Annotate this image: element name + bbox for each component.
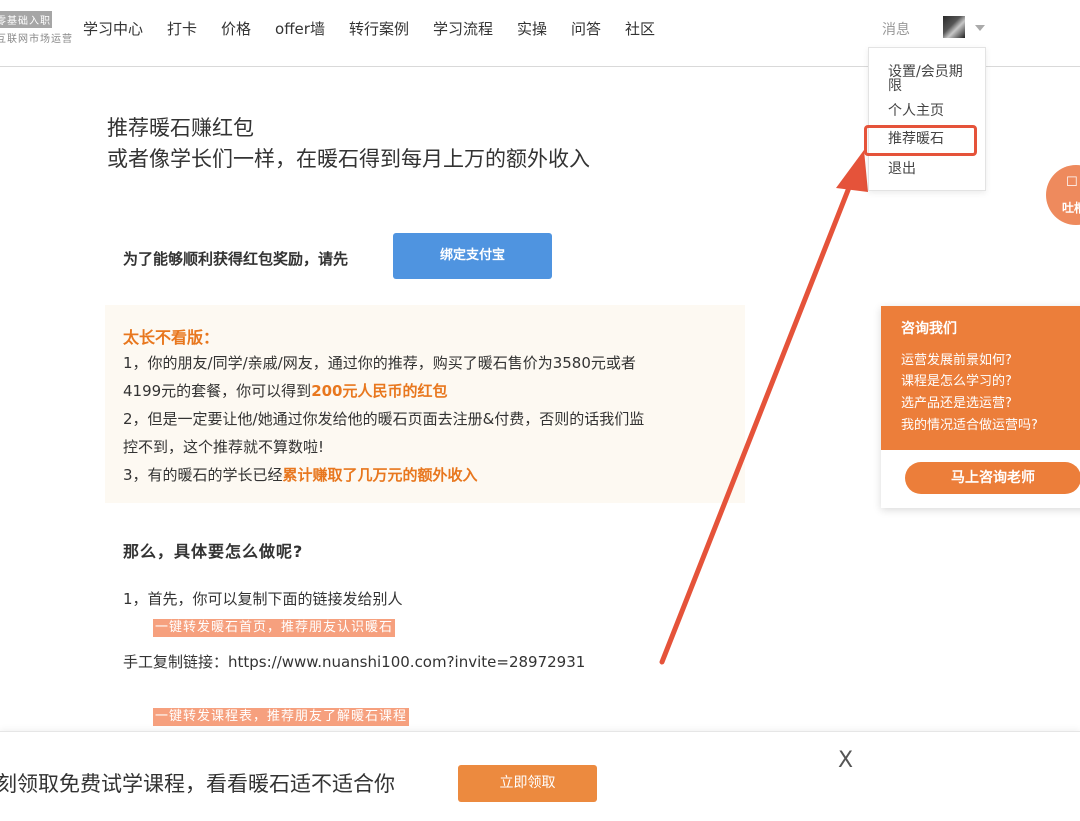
consult-teacher-button[interactable]: 马上咨询老师: [905, 462, 1080, 494]
arrow-head: [836, 150, 868, 192]
logo-bottom-text: 互联网市场运营: [0, 34, 73, 45]
tldr-line: 3，有的暖石的学长已经累计赚取了几万元的额外收入: [123, 464, 478, 485]
page-subtitle: 或者像学长们一样，在暖石得到每月上万的额外收入: [107, 147, 590, 171]
nav-practice[interactable]: 实操: [517, 18, 547, 39]
tldr-text: 3，有的暖石的学长已经: [123, 466, 283, 484]
menu-item-recommend[interactable]: 推荐暖石: [888, 132, 944, 146]
bind-alipay-button[interactable]: 绑定支付宝: [393, 233, 552, 279]
logo[interactable]: 零基础入职 互联网市场运营: [0, 11, 73, 47]
nav-learning-process[interactable]: 学习流程: [433, 18, 493, 39]
tldr-line: 2，但是一定要让他/她通过你发给他的暖石页面去注册&付费，否则的话我们监: [123, 410, 645, 428]
share-courses-link[interactable]: 一键转发课程表，推荐朋友了解暖石课程: [153, 708, 410, 726]
nav-offer-wall[interactable]: offer墙: [275, 18, 325, 39]
logo-top-text: 零基础入职: [0, 11, 52, 28]
tldr-line: 控不到，这个推荐就不算数啦!: [123, 438, 325, 456]
consult-question[interactable]: 我的情况适合做运营吗?: [901, 414, 1038, 433]
consult-header: 咨询我们 运营发展前景如何? 课程是怎么学习的? 选产品还是选运营? 我的情况适…: [881, 306, 1080, 450]
tldr-line: 1，你的朋友/同学/亲戚/网友，通过你的推荐，购买了暖石售价为3580元或者: [123, 354, 636, 372]
how-to-heading: 那么，具体要怎么做呢?: [123, 542, 304, 561]
manual-copy-link[interactable]: 手工复制链接：https://www.nuanshi100.com?invite…: [123, 651, 585, 672]
consult-question[interactable]: 运营发展前景如何?: [901, 349, 1012, 368]
nav-price[interactable]: 价格: [221, 18, 251, 39]
main-nav: 学习中心 打卡 价格 offer墙 转行案例 学习流程 实操 问答 社区: [83, 18, 679, 39]
page-title: 推荐暖石赚红包: [107, 116, 254, 140]
menu-item-settings[interactable]: 设置/会员期限: [888, 65, 968, 93]
chat-icon: ☐: [1066, 175, 1078, 190]
user-avatar-icon[interactable]: [943, 16, 965, 38]
tldr-title: 太长不看版：: [123, 328, 220, 347]
feedback-bubble[interactable]: ☐ 吐槽: [1046, 165, 1080, 225]
promo-text: 刻领取免费试学课程，看看暖石适不适合你: [0, 772, 395, 796]
caret-down-icon[interactable]: [975, 25, 985, 31]
nav-community[interactable]: 社区: [625, 18, 655, 39]
nav-career-cases[interactable]: 转行案例: [349, 18, 409, 39]
menu-item-profile[interactable]: 个人主页: [888, 104, 944, 118]
menu-item-logout[interactable]: 退出: [888, 162, 916, 176]
claim-now-button[interactable]: 立即领取: [458, 765, 597, 802]
tldr-box: 太长不看版： 1，你的朋友/同学/亲戚/网友，通过你的推荐，购买了暖石售价为35…: [105, 305, 745, 503]
tldr-line: 4199元的套餐，你可以得到200元人民币的红包: [123, 380, 448, 401]
consult-panel: 咨询我们 运营发展前景如何? 课程是怎么学习的? 选产品还是选运营? 我的情况适…: [881, 306, 1080, 508]
consult-question[interactable]: 选产品还是选运营?: [901, 392, 1012, 411]
close-icon[interactable]: X: [838, 748, 853, 773]
nav-checkin[interactable]: 打卡: [167, 18, 197, 39]
share-homepage-link[interactable]: 一键转发暖石首页，推荐朋友认识暖石: [153, 619, 396, 637]
step-1-text: 1，首先，你可以复制下面的链接发给别人: [123, 590, 403, 608]
bottom-promo-bar: 刻领取免费试学课程，看看暖石适不适合你 立即领取 X: [0, 731, 1080, 821]
consult-question[interactable]: 课程是怎么学习的?: [901, 370, 1012, 389]
tldr-text: 4199元的套餐，你可以得到: [123, 382, 312, 400]
bind-prompt: 为了能够顺利获得红包奖励，请先: [123, 250, 349, 268]
messages-link[interactable]: 消息: [882, 19, 910, 39]
tldr-highlight: 累计赚取了几万元的额外收入: [282, 466, 478, 484]
consult-title: 咨询我们: [901, 321, 957, 337]
user-dropdown-menu: 设置/会员期限 个人主页 推荐暖石 退出: [864, 47, 986, 191]
nav-learning-center[interactable]: 学习中心: [83, 18, 143, 39]
tldr-highlight: 200元人民币的红包: [311, 382, 448, 400]
nav-qa[interactable]: 问答: [571, 18, 601, 39]
feedback-label: 吐槽: [1062, 201, 1080, 215]
